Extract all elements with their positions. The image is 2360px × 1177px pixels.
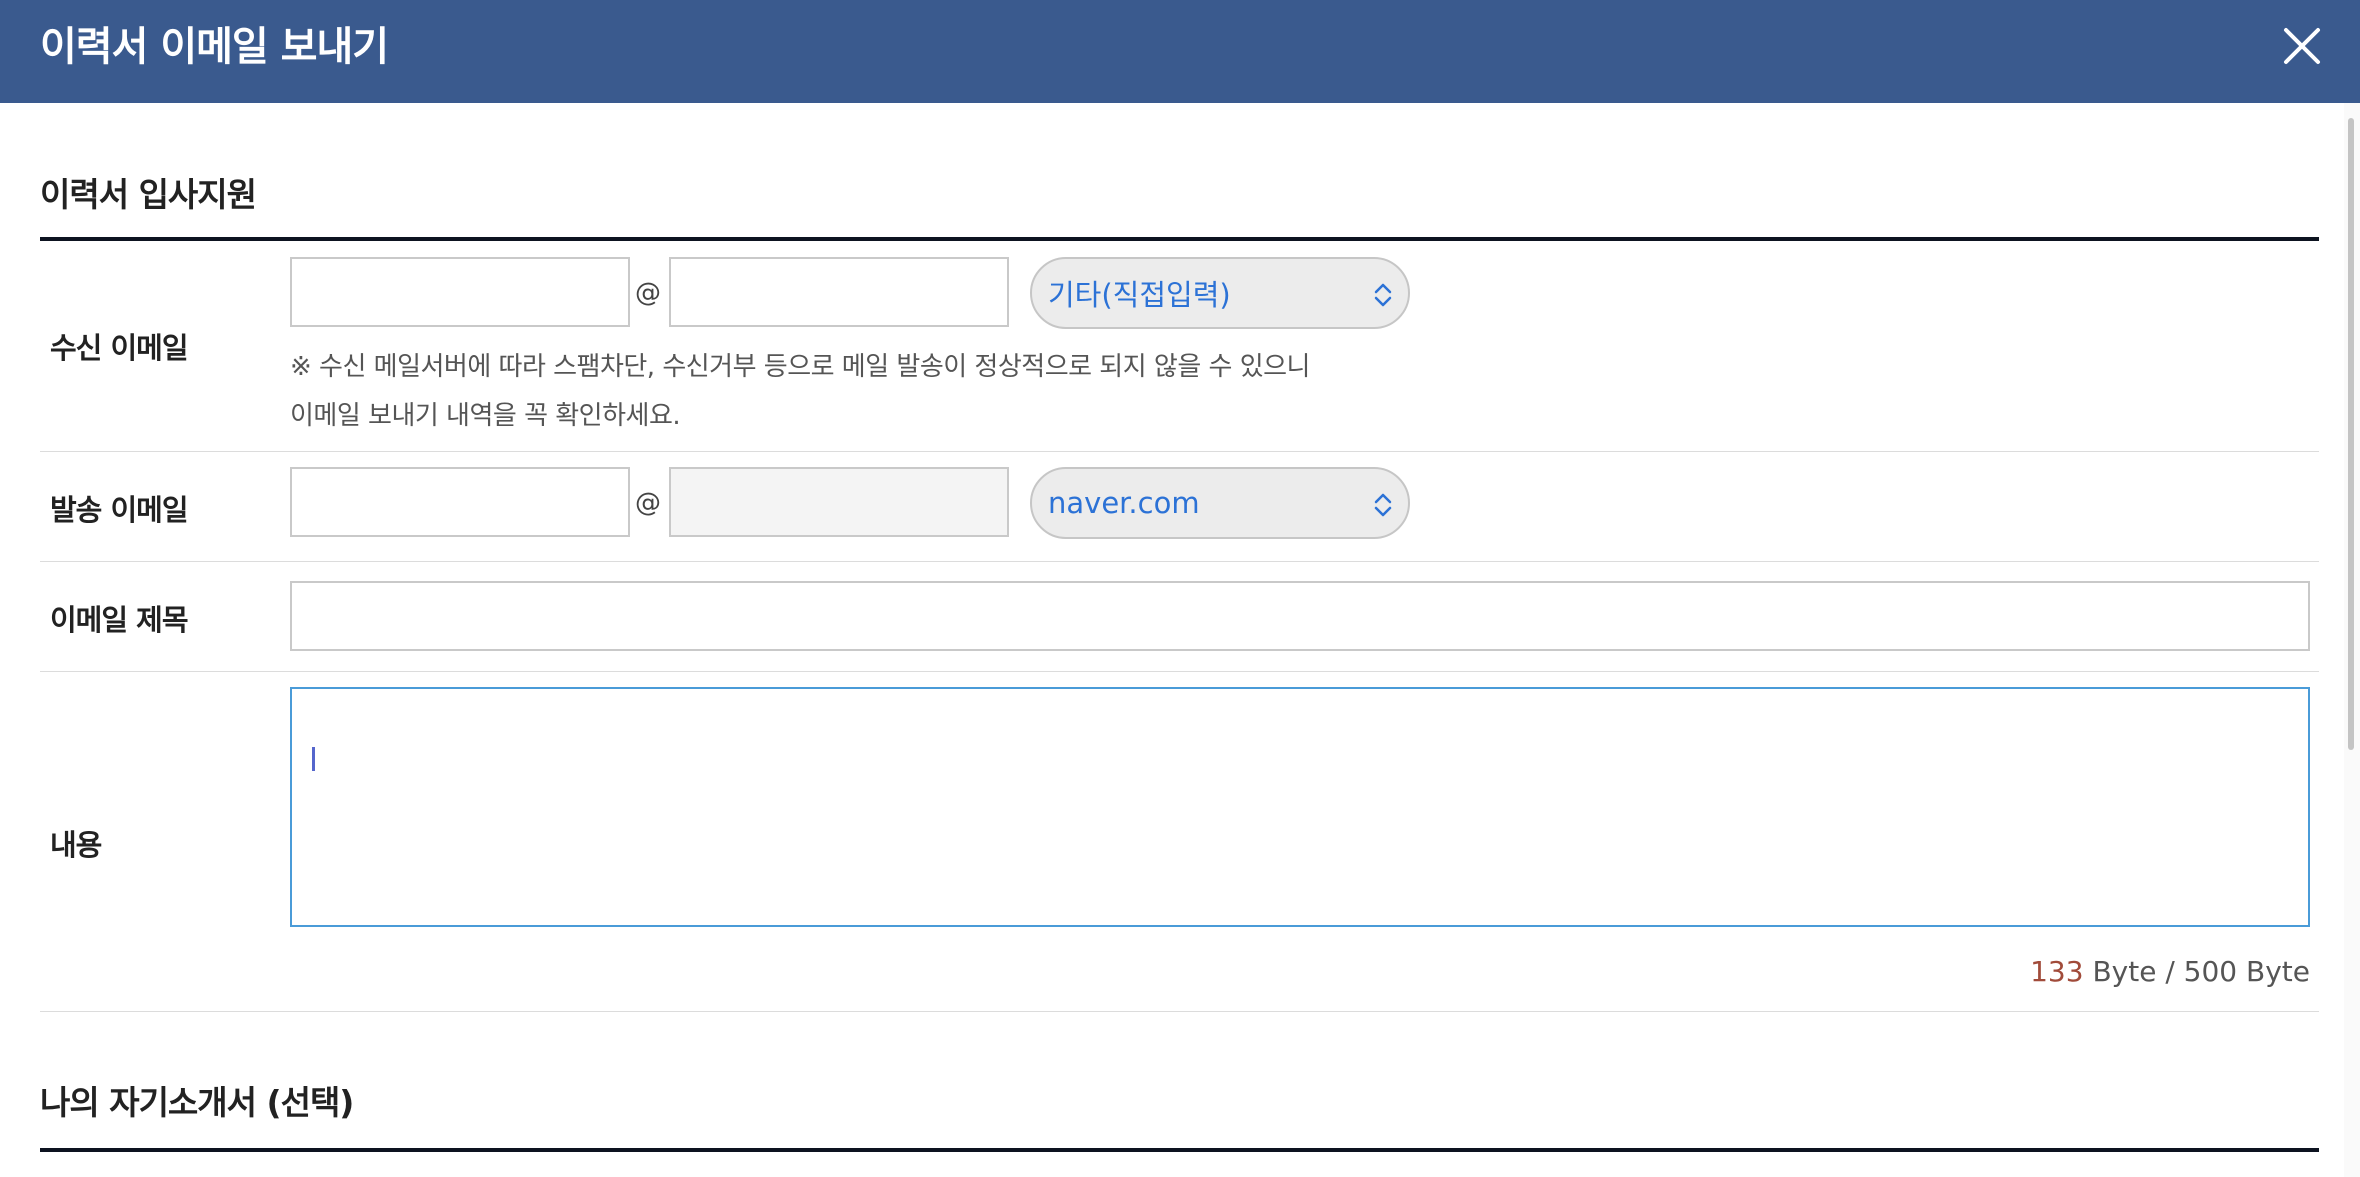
section-divider — [40, 1148, 2319, 1152]
sender-local-input[interactable] — [290, 467, 630, 537]
chevron-up-down-icon — [1374, 493, 1392, 517]
sender-domain-input — [669, 467, 1009, 537]
section-divider — [40, 237, 2319, 241]
recipient-domain-select[interactable]: 기타(직접입력) — [1030, 257, 1410, 329]
scrollbar-thumb[interactable] — [2348, 118, 2354, 750]
content-line — [312, 769, 2288, 799]
recipient-email-label: 수신 이메일 — [50, 331, 188, 365]
row-divider — [40, 671, 2319, 672]
row-divider — [40, 561, 2319, 562]
subject-input[interactable] — [290, 581, 2310, 651]
close-icon — [2284, 28, 2320, 64]
recipient-domain-input[interactable] — [669, 257, 1009, 327]
byte-count: 133 — [2030, 955, 2084, 988]
recipient-notice-line1: ※ 수신 메일서버에 따라 스팸차단, 수신거부 등으로 메일 발송이 정상적으… — [290, 352, 1310, 382]
sender-at-sign: @ — [635, 488, 661, 518]
recipient-domain-select-value: 기타(직접입력) — [1048, 278, 1231, 312]
content-label: 내용 — [50, 828, 102, 862]
section-title-apply: 이력서 입사지원 — [40, 175, 257, 214]
content-line — [312, 739, 2288, 769]
recipient-local-input[interactable] — [290, 257, 630, 327]
close-button[interactable] — [2278, 22, 2326, 70]
modal-header: 이력서 이메일 보내기 — [0, 0, 2360, 103]
sender-domain-select-value: naver.com — [1048, 486, 1200, 520]
byte-counter: 133 Byte / 500 Byte — [1900, 955, 2310, 988]
sender-email-label: 발송 이메일 — [50, 493, 188, 527]
row-divider — [40, 1011, 2319, 1012]
recipient-at-sign: @ — [635, 278, 661, 308]
text-caret — [312, 747, 315, 771]
subject-label: 이메일 제목 — [50, 603, 188, 637]
row-divider — [40, 451, 2319, 452]
content-line — [312, 799, 2288, 829]
content-line — [312, 709, 2288, 739]
section-title-intro: 나의 자기소개서 (선택) — [40, 1083, 354, 1122]
content-textarea[interactable] — [290, 687, 2310, 927]
modal-title: 이력서 이메일 보내기 — [40, 24, 389, 70]
recipient-notice-line2: 이메일 보내기 내역을 꼭 확인하세요. — [290, 401, 681, 431]
sender-domain-select[interactable]: naver.com — [1030, 467, 1410, 539]
chevron-up-down-icon — [1374, 283, 1392, 307]
byte-limit: Byte / 500 Byte — [2083, 955, 2310, 988]
